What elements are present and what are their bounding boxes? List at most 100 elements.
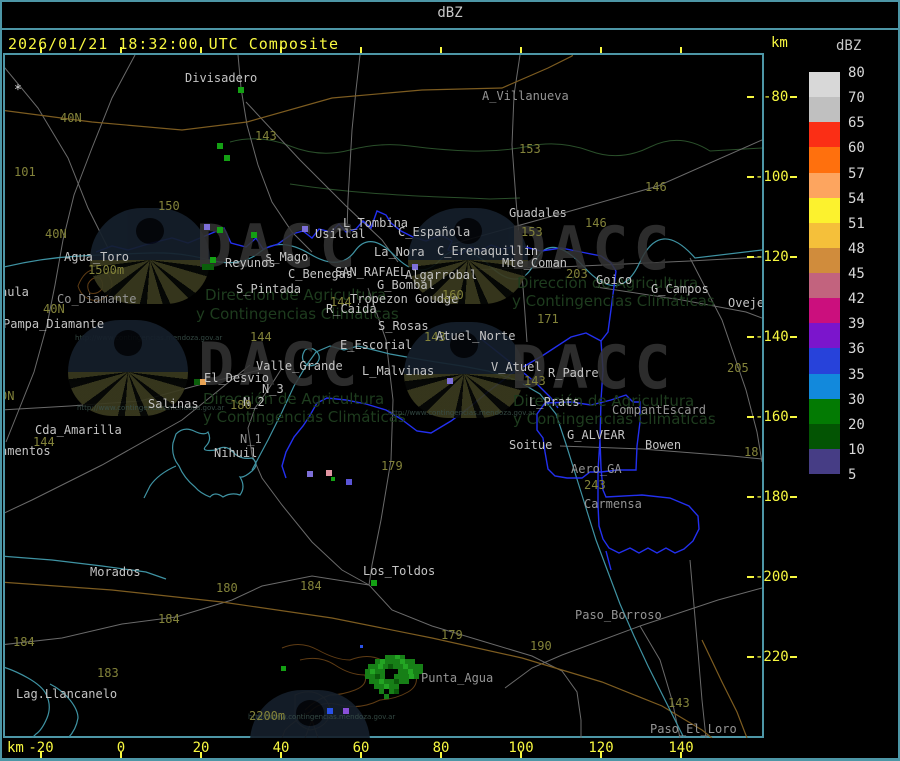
station-marker [210,257,216,263]
right-axis-tick [747,336,754,338]
map-label: E_Escorial [340,338,413,352]
legend-value-label: 80 [848,65,865,81]
map-label: s_Mago [265,250,309,264]
right-axis-tick [747,496,754,498]
right-axis-tick [747,256,754,258]
map-label: Morados [90,565,141,579]
station-marker [346,479,352,485]
map-label: S_Pintada [236,282,302,296]
frame-top [0,0,900,2]
bottom-axis-tick [120,752,122,758]
map-label: Pampa_Diamante [5,317,105,331]
legend-color-band [809,222,840,248]
right-axis-tick [747,576,754,578]
right-axis-tick [747,176,754,178]
map-label: Los_Toldos [363,564,436,578]
map-label: L_Malvinas [362,364,435,378]
map-label: L_Prats [529,395,580,409]
station-marker [208,264,214,270]
station-marker [217,143,223,149]
km-unit-top: km [771,35,788,51]
map-label: Salinas [148,397,199,411]
legend-color-band [809,398,840,424]
right-axis-tick [790,176,797,178]
bottom-axis-tick [520,752,522,758]
map-border-right [762,53,764,738]
map-label: 184 [158,612,180,626]
legend-color-band [809,323,840,349]
map-label: 1500m [88,263,125,277]
map-label: 143 [524,374,546,388]
legend-value-label: 54 [848,190,865,207]
legend-color-band [809,97,840,123]
legend-color-band [809,197,840,223]
map-label: 153 [519,142,541,156]
map-label: Divisadero [185,71,258,85]
top-axis-tick [280,47,282,53]
legend-value-label: 57 [848,165,865,182]
map-label: Usillal [315,227,366,241]
map-label: R_Caida [326,302,377,316]
top-axis-tick [360,47,362,53]
map-label: 40N [60,111,82,125]
map-label: El_Desvio [204,371,270,385]
legend-color-band [809,122,840,148]
map-label: 146 [585,216,607,230]
legend-color-band [809,147,840,173]
map-label: aula [5,285,29,299]
station-marker [307,471,313,477]
station-marker [204,224,210,230]
map-label: 190 [530,639,552,653]
legend-value-label: 10 [848,441,865,458]
map-label: Goico [596,273,633,287]
map-label: 183 [97,666,119,680]
top-axis-tick [200,47,202,53]
legend-value-label: 65 [848,115,865,132]
map-label: A_Villanueva [482,89,569,103]
right-axis-tick [790,496,797,498]
legend-value-label: 39 [848,316,865,333]
map-label: Mte_Coman [502,256,568,270]
radar-echo-pixel [414,674,419,679]
radar-echo-pixel [404,679,409,684]
radar-echo-pixel [394,689,399,694]
map-label: 2200m [249,709,286,723]
map-label: Soitue [509,438,553,452]
top-axis-tick [440,47,442,53]
map-label: 205 [727,361,749,375]
map-label: 184 [13,635,35,649]
right-axis-tick [790,96,797,98]
map-label: 179 [441,628,463,642]
legend-title: dBZ [836,38,862,54]
bottom-axis-tick [40,752,42,758]
map-label: 18 [744,445,759,459]
legend-value-label: 60 [848,140,865,157]
right-axis-tick [790,416,797,418]
legend-value-label: 48 [848,240,865,257]
frame-left [0,0,2,761]
station-marker [281,666,286,671]
right-axis-label: -200 [755,569,789,585]
map-label: C_Española [398,225,471,239]
map-label: Paso_Borroso [575,608,662,622]
map-label: 40N [45,227,67,241]
bottom-axis-tick [680,752,682,758]
map-label: 160 [442,288,464,302]
station-marker [343,708,349,714]
right-axis-label: -140 [755,329,789,345]
map-label: 179 [381,459,403,473]
legend-value-label: 42 [848,291,865,308]
right-axis-tick [747,416,754,418]
legend-color-band [809,172,840,198]
radar-map-canvas[interactable]: DACC Dirección de Agricultura y Contingenc… [5,55,762,738]
top-axis-tick [120,47,122,53]
bottom-axis-tick [440,752,442,758]
legend-color-band [809,273,840,299]
legend-value-label: 36 [848,341,865,358]
page-title: dBZ [437,5,463,21]
station-marker [360,645,363,648]
top-axis-tick [680,47,682,53]
map-label: 150 [158,199,180,213]
map-label: 180 [230,398,252,412]
station-marker [331,477,335,481]
